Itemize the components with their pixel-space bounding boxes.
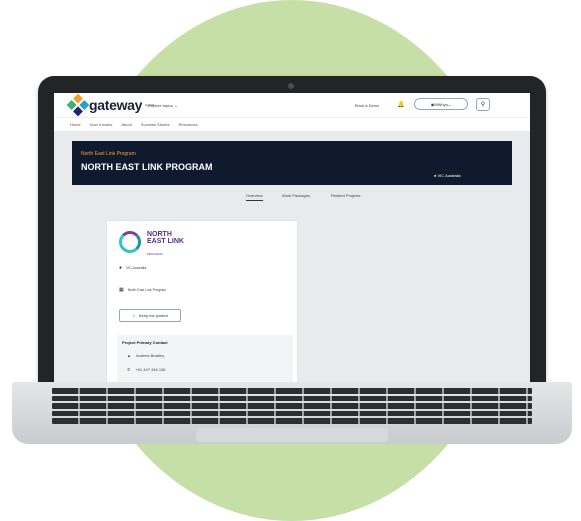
- keep-me-posted-label: Keep me posted: [138, 313, 168, 318]
- hero-location-text: VIC Australia: [437, 173, 461, 178]
- explore-label: Explore topics: [148, 103, 174, 108]
- location-pin-icon: ●: [119, 265, 123, 271]
- trackpad: [196, 428, 388, 442]
- keep-me-posted-button[interactable]: ☆ Keep me posted: [119, 309, 181, 322]
- tab-overview[interactable]: Overview: [246, 193, 263, 201]
- star-icon: ☆: [132, 313, 136, 318]
- hero-location: ● VIC Australia: [434, 173, 461, 178]
- program-tabs: Overview Work Packages Related Projects: [54, 193, 530, 203]
- chevron-down-icon: ⌄: [447, 101, 452, 107]
- user-menu-button[interactable]: ◉ MWhyo ⌄: [414, 98, 468, 110]
- brand-name: NORTH EAST LINK: [147, 231, 184, 245]
- chevron-down-icon: ⌄: [174, 103, 178, 108]
- bell-icon[interactable]: 🔔: [397, 101, 404, 108]
- logo-text: gateway: [89, 97, 143, 113]
- explore-topics-dropdown[interactable]: Explore topics ⌄: [148, 103, 178, 108]
- person-icon: ▲: [127, 353, 131, 358]
- gateway-logo-icon: [66, 93, 90, 117]
- hero-title: NORTH EAST LINK PROGRAM: [81, 162, 213, 172]
- laptop-lid: gateway by ICN Explore topics ⌄ Book a D…: [38, 76, 546, 394]
- building-icon: ▦: [119, 287, 124, 293]
- top-navbar: gateway by ICN Explore topics ⌄ Book a D…: [54, 93, 530, 117]
- nav-how-it-works[interactable]: How it works: [90, 122, 113, 127]
- brand-line-2: EAST LINK: [147, 238, 184, 245]
- program-hero-banner: North East Link Program NORTH EAST LINK …: [72, 141, 512, 185]
- nav-resources[interactable]: Resources: [178, 122, 197, 127]
- phone-icon: ✆: [127, 367, 131, 372]
- secondary-navbar: Home How it works About Success Stories …: [54, 117, 530, 131]
- contact-name: Andrew Bradley: [135, 353, 165, 358]
- primary-contact-panel: Project Primary Contact ▲ Andrew Bradley…: [117, 335, 293, 384]
- program-info-card: NORTH EAST LINK PROGRAM ● VIC Australia …: [106, 220, 298, 384]
- search-icon[interactable]: ⚲: [476, 98, 490, 111]
- card-location: ● VIC Australia: [119, 265, 146, 271]
- laptop-base: [12, 382, 572, 444]
- card-organisation-text: North East Link Program: [127, 288, 167, 292]
- keyboard: [52, 388, 532, 424]
- contact-name-row: ▲ Andrew Bradley: [127, 353, 164, 358]
- brand-line-1: NORTH: [147, 231, 172, 238]
- laptop-screen: gateway by ICN Explore topics ⌄ Book a D…: [54, 93, 530, 384]
- brand-line-3: PROGRAM: [147, 252, 163, 256]
- contact-phone-row: ✆ +61 447 446 136: [127, 367, 166, 372]
- nav-home[interactable]: Home: [70, 122, 81, 127]
- north-east-link-logo-icon: [119, 231, 141, 253]
- user-label: MWhyo: [434, 101, 448, 107]
- hero-subtitle[interactable]: North East Link Program: [81, 151, 136, 157]
- contact-phone[interactable]: +61 447 446 136: [135, 367, 165, 372]
- nav-about[interactable]: About: [121, 122, 131, 127]
- webcam: [288, 83, 294, 89]
- book-demo-link[interactable]: Book a Demo: [355, 103, 379, 108]
- card-organisation: ▦ North East Link Program: [119, 287, 166, 293]
- tab-work-packages[interactable]: Work Packages: [282, 193, 310, 198]
- nav-success-stories[interactable]: Success Stories: [141, 122, 170, 127]
- gateway-logo[interactable]: gateway by ICN: [66, 93, 154, 117]
- card-location-text: VIC Australia: [126, 266, 147, 270]
- tab-related-projects[interactable]: Related Projects: [331, 193, 360, 198]
- contact-heading: Project Primary Contact: [122, 340, 168, 345]
